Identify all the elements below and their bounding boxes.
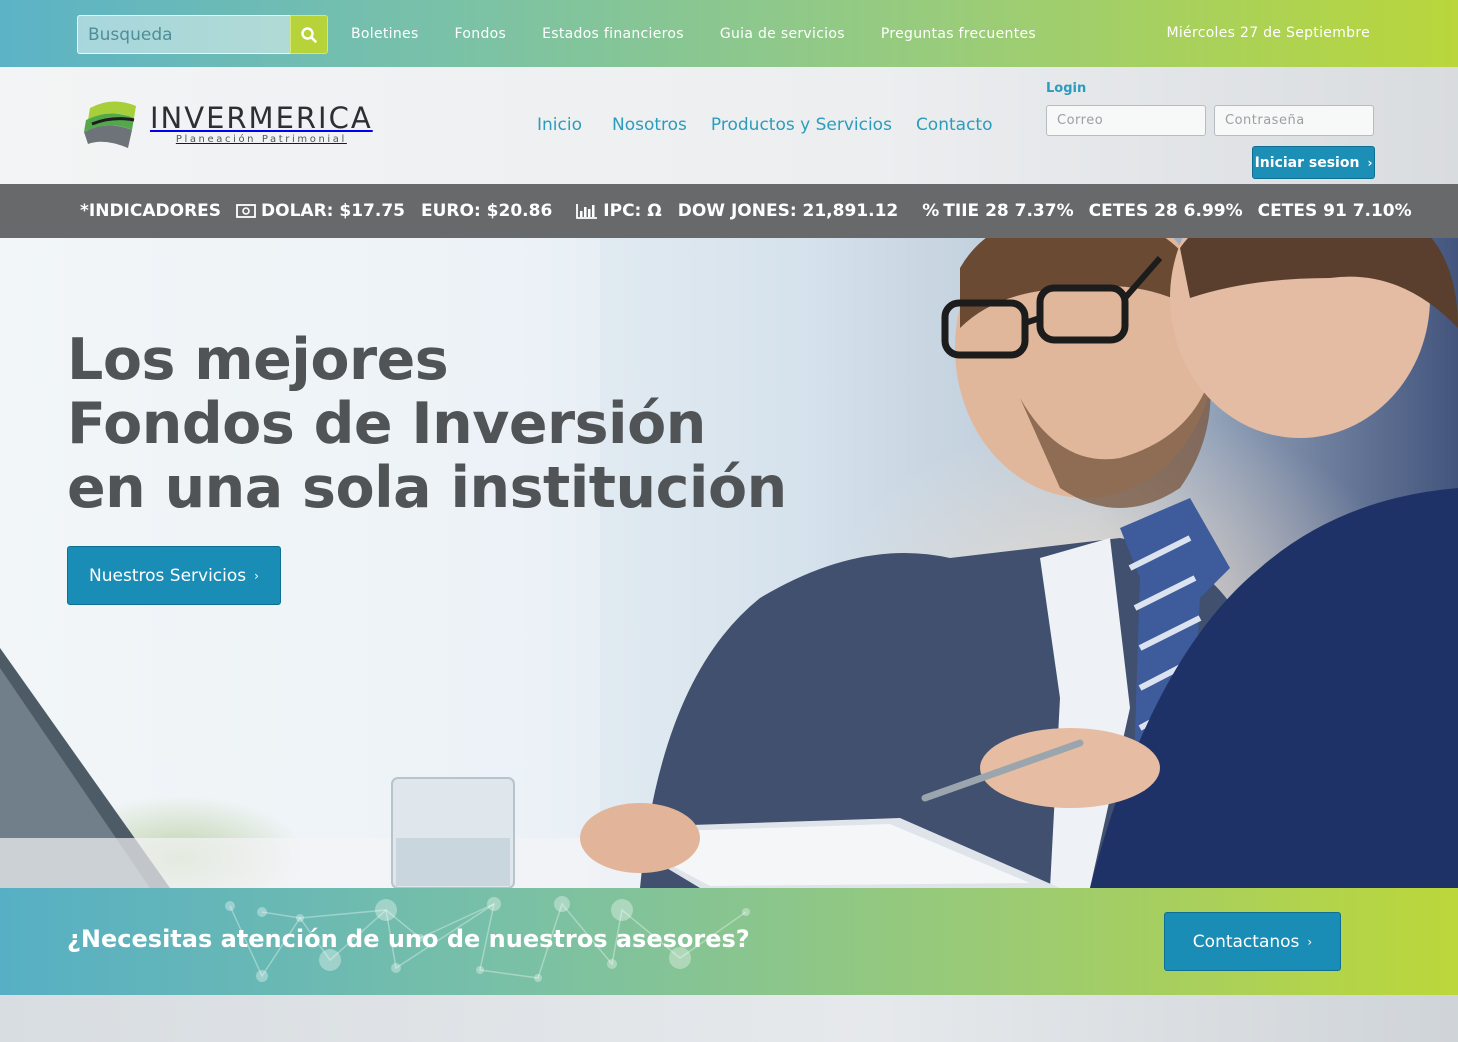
indicator-dolar-value: DOLAR: $17.75 bbox=[261, 201, 405, 221]
advisor-cta-band: ¿Necesitas atención de uno de nuestros a… bbox=[0, 888, 1458, 995]
top-link-estados-financieros[interactable]: Estados financieros bbox=[542, 26, 684, 42]
logo[interactable]: INVERMERICA Planeación Patrimonial bbox=[82, 98, 373, 150]
search-button[interactable] bbox=[290, 15, 328, 54]
cash-icon bbox=[236, 204, 256, 218]
header: INVERMERICA Planeación Patrimonial Inici… bbox=[0, 67, 1458, 184]
hero-banner: Los mejores Fondos de Inversión en una s… bbox=[0, 238, 1458, 888]
indicator-tiie: % TIIE 28 7.37% bbox=[922, 201, 1073, 221]
cta-text: ¿Necesitas atención de uno de nuestros a… bbox=[67, 925, 750, 953]
indicator-ipc-value: IPC: Ω bbox=[603, 201, 662, 221]
indicator-ipc: IPC: Ω bbox=[576, 201, 662, 221]
our-services-button-label: Nuestros Servicios bbox=[89, 565, 247, 586]
indicator-tiie-value: TIIE 28 7.37% bbox=[943, 201, 1074, 221]
indicator-dow-jones: DOW JONES: 21,891.12 bbox=[677, 201, 899, 221]
hero-title-line-2: Fondos de Inversión bbox=[67, 391, 706, 457]
percent-icon: % bbox=[922, 201, 940, 221]
our-services-button[interactable]: Nuestros Servicios › bbox=[67, 546, 281, 605]
hero-title-line-3: en una sola institución bbox=[67, 455, 787, 521]
password-field[interactable] bbox=[1214, 105, 1374, 136]
bar-chart-icon bbox=[576, 204, 598, 219]
chevron-right-icon: › bbox=[1307, 934, 1313, 949]
indicator-cetes-28: CETES 28 6.99% bbox=[1088, 201, 1243, 221]
email-field[interactable] bbox=[1046, 105, 1206, 136]
nav-contacto[interactable]: Contacto bbox=[916, 115, 993, 135]
nav-inicio[interactable]: Inicio bbox=[537, 115, 582, 135]
chevron-right-icon: › bbox=[1367, 155, 1373, 170]
top-bar: Boletines Fondos Estados financieros Gui… bbox=[0, 0, 1458, 67]
login-button-label: Iniciar sesion bbox=[1254, 154, 1360, 171]
indicator-euro: EURO: $20.86 bbox=[421, 201, 553, 221]
top-link-fondos[interactable]: Fondos bbox=[455, 26, 507, 42]
logo-name: INVERMERICA bbox=[150, 101, 373, 135]
main-nav: Inicio Nosotros Productos y Servicios Co… bbox=[537, 115, 1016, 135]
hero-title: Los mejores Fondos de Inversión en una s… bbox=[67, 328, 787, 520]
search-input[interactable] bbox=[77, 15, 290, 54]
login-label: Login bbox=[1046, 81, 1087, 96]
top-links: Boletines Fondos Estados financieros Gui… bbox=[351, 0, 1072, 67]
contact-us-button-label: Contactanos bbox=[1192, 931, 1300, 952]
indicator-dolar: DOLAR: $17.75 bbox=[236, 201, 405, 221]
top-link-guia-de-servicios[interactable]: Guia de servicios bbox=[720, 26, 845, 42]
hero-title-line-1: Los mejores bbox=[67, 327, 449, 393]
indicators-title: *INDICADORES bbox=[80, 201, 222, 221]
search-box bbox=[77, 15, 328, 54]
indicators-bar: *INDICADORES DOLAR: $17.75 EURO: $20.86 … bbox=[0, 184, 1458, 238]
logo-tagline: Planeación Patrimonial bbox=[175, 134, 347, 145]
next-section-preview bbox=[0, 995, 1458, 1042]
search-icon bbox=[301, 26, 317, 43]
login-button[interactable]: Iniciar sesion › bbox=[1252, 146, 1375, 179]
nav-productos-y-servicios[interactable]: Productos y Servicios bbox=[711, 115, 892, 135]
top-link-boletines[interactable]: Boletines bbox=[351, 26, 419, 42]
indicator-cetes-91: CETES 91 7.10% bbox=[1257, 201, 1412, 221]
top-link-preguntas-frecuentes[interactable]: Preguntas frecuentes bbox=[881, 26, 1036, 42]
contact-us-button[interactable]: Contactanos › bbox=[1164, 912, 1341, 971]
current-date: Miércoles 27 de Septiembre bbox=[1166, 25, 1370, 41]
chevron-right-icon: › bbox=[254, 568, 259, 583]
nav-nosotros[interactable]: Nosotros bbox=[612, 115, 687, 135]
logo-mark-icon bbox=[84, 101, 136, 148]
